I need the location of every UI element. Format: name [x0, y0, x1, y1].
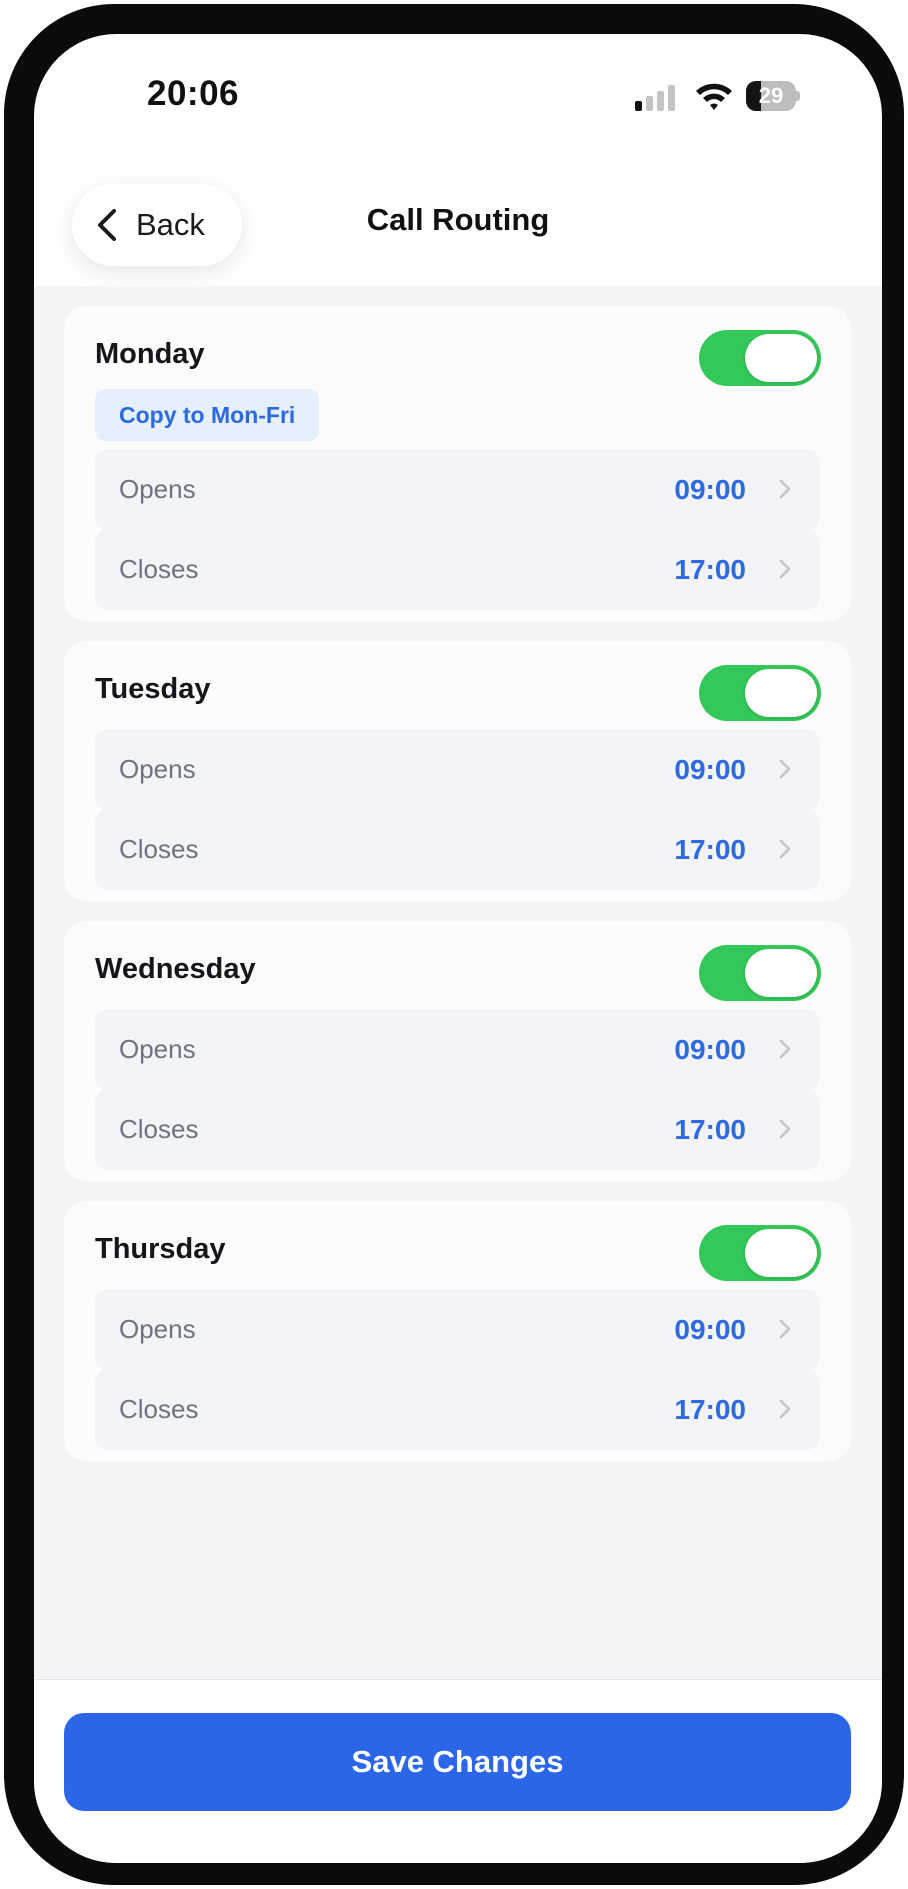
- opens-label: Opens: [119, 754, 196, 784]
- closes-time-value: 17:00: [674, 554, 746, 585]
- wifi-icon: [696, 83, 732, 110]
- chevron-right-icon: [779, 1039, 791, 1059]
- page-title: Call Routing: [366, 202, 550, 237]
- opens-label: Opens: [119, 1314, 196, 1344]
- day-enabled-toggle[interactable]: [699, 1225, 821, 1281]
- opens-time-row[interactable]: Opens 09:00: [95, 729, 820, 810]
- chevron-right-icon: [779, 839, 791, 859]
- closes-time-value: 17:00: [674, 1394, 746, 1425]
- status-time: 20:06: [147, 74, 240, 113]
- battery-percent: 29: [758, 83, 784, 108]
- opens-label: Opens: [119, 474, 196, 504]
- closes-label: Closes: [119, 1114, 199, 1144]
- day-card-monday: Monday Copy to Mon-Fri Opens 09:00 Close…: [64, 306, 851, 621]
- nav-header: Back Call Routing: [34, 146, 882, 287]
- cellular-signal-icon: [635, 85, 681, 111]
- closes-label: Closes: [119, 554, 199, 584]
- opens-time-row[interactable]: Opens 09:00: [95, 1289, 820, 1370]
- save-changes-button[interactable]: Save Changes: [64, 1713, 851, 1811]
- opens-time-row[interactable]: Opens 09:00: [95, 1009, 820, 1090]
- closes-time-row[interactable]: Closes 17:00: [95, 1369, 820, 1450]
- opens-time-value: 09:00: [674, 754, 746, 785]
- day-name: Wednesday: [95, 953, 256, 985]
- closes-label: Closes: [119, 1394, 199, 1424]
- day-name: Tuesday: [95, 673, 211, 705]
- closes-label: Closes: [119, 834, 199, 864]
- day-card-wednesday: Wednesday Opens 09:00 Closes 17:00: [64, 921, 851, 1181]
- opens-time-value: 09:00: [674, 474, 746, 505]
- chevron-right-icon: [779, 1319, 791, 1339]
- chevron-right-icon: [779, 479, 791, 499]
- battery-icon: 29: [746, 81, 800, 111]
- schedule-list[interactable]: Monday Copy to Mon-Fri Opens 09:00 Close…: [34, 286, 882, 1679]
- closes-time-row[interactable]: Closes 17:00: [95, 809, 820, 890]
- day-enabled-toggle[interactable]: [699, 665, 821, 721]
- opens-label: Opens: [119, 1034, 196, 1064]
- chevron-right-icon: [779, 1119, 791, 1139]
- phone-frame: 20:06 29 Back Call Routing Monday Copy t…: [4, 4, 904, 1885]
- day-card-tuesday: Tuesday Opens 09:00 Closes 17:00: [64, 641, 851, 901]
- closes-time-row[interactable]: Closes 17:00: [95, 1089, 820, 1170]
- opens-time-value: 09:00: [674, 1034, 746, 1065]
- opens-time-value: 09:00: [674, 1314, 746, 1345]
- day-card-thursday: Thursday Opens 09:00 Closes 17:00: [64, 1201, 851, 1461]
- closes-time-value: 17:00: [674, 1114, 746, 1145]
- chevron-right-icon: [779, 559, 791, 579]
- copy-to-mon-fri-button[interactable]: Copy to Mon-Fri: [95, 389, 320, 441]
- chevron-right-icon: [779, 1399, 791, 1419]
- day-enabled-toggle[interactable]: [699, 330, 821, 386]
- closes-time-row[interactable]: Closes 17:00: [95, 529, 820, 610]
- day-enabled-toggle[interactable]: [699, 945, 821, 1001]
- screen: 20:06 29 Back Call Routing Monday Copy t…: [34, 34, 882, 1863]
- closes-time-value: 17:00: [674, 834, 746, 865]
- day-name: Monday: [95, 338, 205, 370]
- chevron-right-icon: [779, 759, 791, 779]
- footer-bar: Save Changes: [34, 1679, 882, 1863]
- day-name: Thursday: [95, 1233, 226, 1265]
- opens-time-row[interactable]: Opens 09:00: [95, 449, 820, 530]
